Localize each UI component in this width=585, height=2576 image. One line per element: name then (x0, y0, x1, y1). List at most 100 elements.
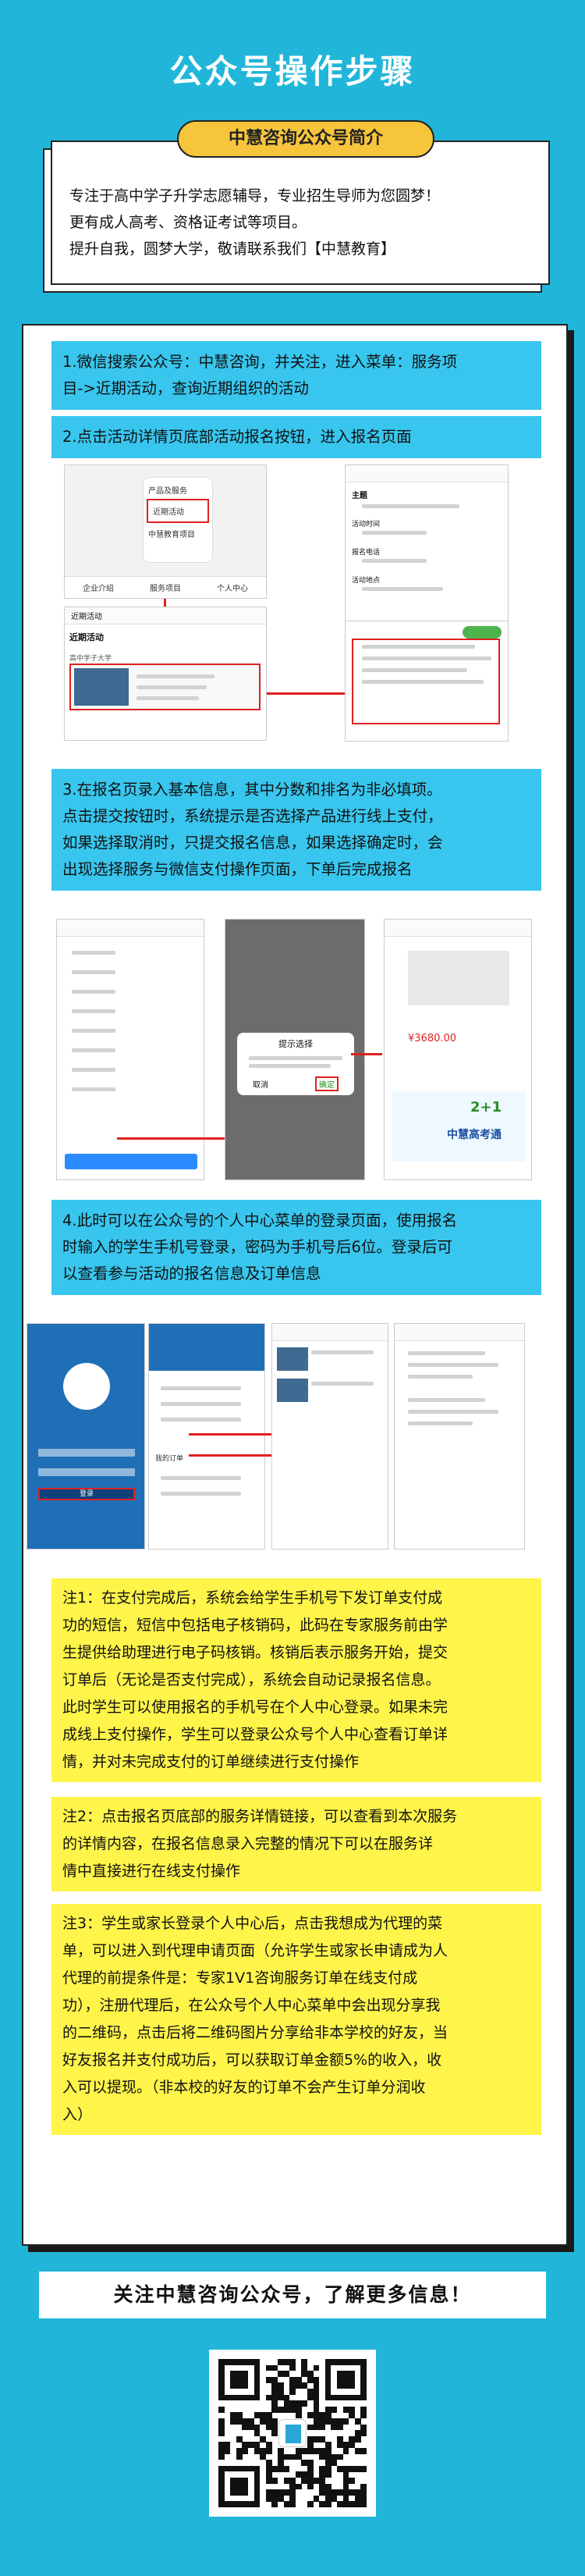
qr-module (337, 2424, 343, 2431)
note-line: 注3：学生或家长登录个人中心后，点击我想成为代理的菜 (62, 1915, 443, 1932)
screenshot-confirm-dialog: 提示选择 取消 确定 (225, 919, 365, 1180)
note-line: 的二维码，点击后将二维码图片分享给非本学校的好友，当 (62, 2024, 448, 2041)
note-1: 注1：在支付完成后，系统会给学生手机号下发订单支付成 功的短信，短信中包括电子核… (51, 1578, 541, 1782)
price-text: ¥3680.00 (408, 1033, 457, 1044)
qr-logo-icon (278, 2419, 307, 2447)
profile-menu-orders[interactable]: 我的订单 (155, 1453, 183, 1463)
tab-profile[interactable]: 个人中心 (217, 582, 248, 593)
note-line: 的详情内容，在报名信息录入完整的情况下可以在服务详 (62, 1835, 434, 1852)
intro-card: 中慧咨询公众号简介 专注于高中学子升学志愿辅导，专业招生导师为您圆梦！ 更有成人… (43, 120, 550, 293)
qr-module (218, 2406, 225, 2413)
qr-module (218, 2430, 225, 2437)
intro-line: 提升自我，圆梦大学，敬请联系我们【中慧教育】 (69, 240, 396, 258)
qr-module (295, 2483, 302, 2490)
qr-module (271, 2478, 278, 2484)
note-line: 生提供给助理进行电子码核销。核销后表示服务开始，提交 (62, 1644, 448, 1661)
login-button[interactable]: 登录 (38, 1488, 135, 1500)
intro-line: 更有成人高考、资格证考试等项目。 (69, 214, 307, 231)
main-panel: 1.微信搜索公众号：中慧咨询，并关注，进入菜单：服务项 目->近期活动，查询近期… (22, 324, 568, 2246)
banner-title: 中慧高考通 (447, 1129, 502, 1141)
step-line: 时输入的学生手机号登录，密码为手机号后6位。登录后可 (62, 1238, 452, 1256)
qr-code (209, 2350, 376, 2517)
qr-module (342, 2448, 349, 2454)
logo-circle (63, 1363, 110, 1410)
screenshot-activity-list: 近期活动 近期活动 高中学子大学 (64, 607, 267, 741)
dialog-cancel-button[interactable]: 取消 (253, 1078, 268, 1090)
password-input[interactable] (38, 1468, 135, 1476)
qr-module (283, 2465, 290, 2472)
qr-finder (218, 2465, 261, 2507)
banner-tag: 2+1 (470, 1099, 502, 1115)
qr-module (313, 2364, 320, 2371)
note-line: 此时学生可以使用报名的手机号在个人中心登录。如果未完 (62, 1699, 448, 1716)
detail-field: 活动时间 (352, 521, 381, 528)
qr-module (360, 2430, 367, 2437)
detail-title: 主题 (352, 492, 367, 500)
qr-module (324, 2501, 332, 2508)
qr-module (289, 2389, 296, 2395)
tab-bar: 企业介绍 服务项目 个人中心 (65, 576, 266, 598)
tab-services[interactable]: 服务项目 (150, 582, 181, 593)
arrow-line (189, 1433, 282, 1436)
title-bar: 近期活动 (65, 607, 266, 624)
menu-item: 中慧教育项目 (148, 531, 195, 539)
phone-input[interactable] (38, 1449, 135, 1457)
qr-module (331, 2406, 338, 2413)
note-line: 代理的前提条件是：专家1V1咨询服务订单在线支付成 (62, 1969, 418, 1987)
intro-badge: 中慧咨询公众号简介 (177, 120, 434, 158)
qr-module (289, 2364, 296, 2371)
tab-company[interactable]: 企业介绍 (83, 582, 114, 593)
qr-module (301, 2400, 308, 2407)
step-3: 3.在报名页录入基本信息，其中分数和排名为非必填项。 点击提交按钮时，系统提示是… (51, 769, 541, 891)
step-line: 如果选择取消时，只提交报名信息，如果选择确定时，会 (62, 834, 443, 852)
detail-field: 报名电话 (352, 549, 381, 557)
qr-module (242, 2448, 249, 2454)
list-subtext: 高中学子大学 (69, 655, 112, 663)
note-line: 功的短信，短信中包括电子核销码，此码在专家服务前由学 (62, 1617, 448, 1634)
screenshot-registration-info (271, 1323, 388, 1550)
screenshot-menu: 产品及服务 近期活动 中慧教育项目 企业介绍 服务项目 个人中心 (64, 464, 267, 599)
note-line: 情，并对未完成支付的订单继续进行支付操作 (62, 1753, 360, 1770)
dialog-ok-button[interactable]: 确定 (315, 1076, 339, 1091)
activity-card[interactable] (69, 664, 261, 710)
note-line: 入可以提现。（非本校的好友的订单不会产生订单分润收 (62, 2079, 426, 2096)
qr-finder (324, 2359, 367, 2401)
note-line: 订单后（无论是否支付完成），系统会自动记录报名信息。 (62, 1671, 441, 1688)
note-line: 功），注册代理后，在公众号个人中心菜单中会出现分享我 (62, 1997, 441, 2014)
menu-popup: 产品及服务 近期活动 中慧教育项目 (143, 477, 213, 563)
register-button[interactable] (463, 626, 502, 639)
qr-module (295, 2412, 302, 2419)
note-line: 入） (62, 2106, 93, 2123)
qr-module (289, 2501, 296, 2508)
submit-button[interactable] (65, 1154, 197, 1169)
step-line: 3.在报名页录入基本信息，其中分数和排名为非必填项。 (62, 781, 442, 799)
qr-module (324, 2471, 332, 2478)
step-1: 1.微信搜索公众号：中慧咨询，并关注，进入菜单：服务项 目->近期活动，查询近期… (51, 341, 541, 410)
step-line: 目->近期活动，查询近期组织的活动 (62, 379, 309, 397)
confirm-dialog: 提示选择 取消 确定 (237, 1033, 354, 1095)
product-image (408, 951, 509, 1005)
qr-module (307, 2501, 314, 2508)
screenshot-login: 登录 (27, 1323, 145, 1550)
qr-module (236, 2453, 243, 2460)
screenshot-activity-detail: 主题 活动时间 报名电话 活动地点 (345, 464, 509, 628)
screenshot-payment: ¥3680.00 2+1 中慧高考通 (384, 919, 532, 1180)
footer-slogan: 关注中慧咨询公众号，了解更多信息！ (39, 2272, 546, 2318)
note-line: 好友报名并支付成功后，可以获取订单金额5%的收入，收 (62, 2051, 442, 2069)
qr-module (307, 2483, 314, 2490)
screenshot-register-button (345, 621, 509, 742)
qr-module (271, 2501, 278, 2508)
qr-module (354, 2435, 361, 2443)
screenshot-register-form (56, 919, 204, 1180)
step-2: 2.点击活动详情页底部活动报名按钮，进入报名页面 (51, 416, 541, 458)
qr-module (271, 2430, 278, 2437)
qr-finder (218, 2359, 261, 2401)
qr-module (224, 2448, 231, 2454)
page-title: 公众号操作步骤 (169, 52, 416, 91)
detail-field: 活动地点 (352, 577, 381, 585)
arrow-line (351, 1053, 382, 1055)
qr-grid (218, 2359, 367, 2508)
note-3: 注3：学生或家长登录个人中心后，点击我想成为代理的菜 单，可以进入到代理申请页面… (51, 1904, 541, 2135)
intro-card-body: 中慧咨询公众号简介 专注于高中学子升学志愿辅导，专业招生导师为您圆梦！ 更有成人… (51, 120, 550, 285)
step-line: 2.点击活动详情页底部活动报名按钮，进入报名页面 (62, 428, 412, 446)
